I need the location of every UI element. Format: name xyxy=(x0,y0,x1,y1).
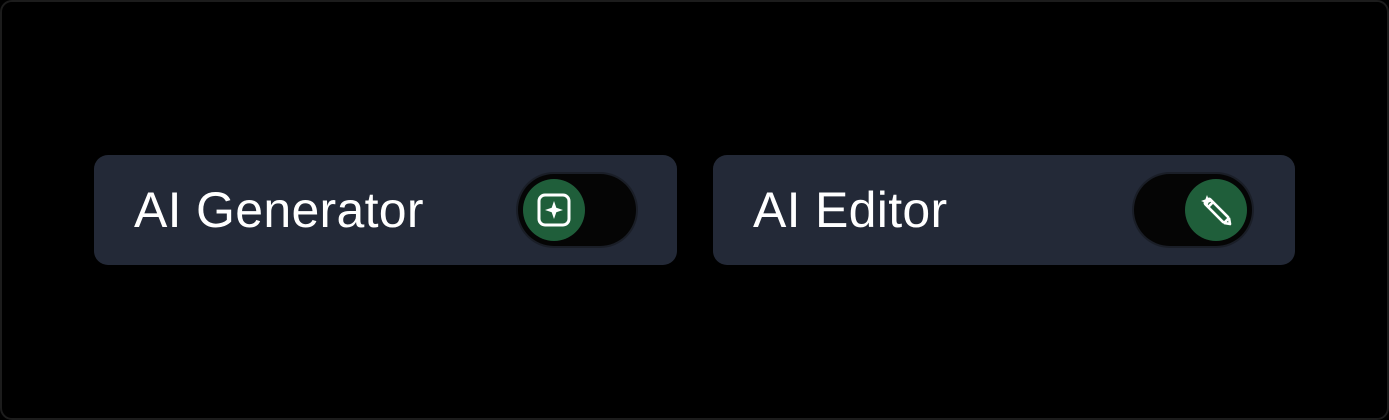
ai-editor-label: AI Editor xyxy=(753,182,948,238)
sparkle-image-icon xyxy=(536,192,572,228)
ai-generator-card: AI Generator xyxy=(94,155,677,265)
app-frame: AI Generator AI Editor xyxy=(0,0,1389,420)
ai-generator-toggle[interactable] xyxy=(518,174,636,246)
ai-editor-toggle[interactable] xyxy=(1134,174,1252,246)
magic-wand-icon xyxy=(1196,190,1236,230)
ai-editor-card: AI Editor xyxy=(713,155,1295,265)
ai-generator-toggle-knob[interactable] xyxy=(523,179,585,241)
ai-generator-label: AI Generator xyxy=(134,182,424,238)
ai-editor-toggle-knob[interactable] xyxy=(1185,179,1247,241)
